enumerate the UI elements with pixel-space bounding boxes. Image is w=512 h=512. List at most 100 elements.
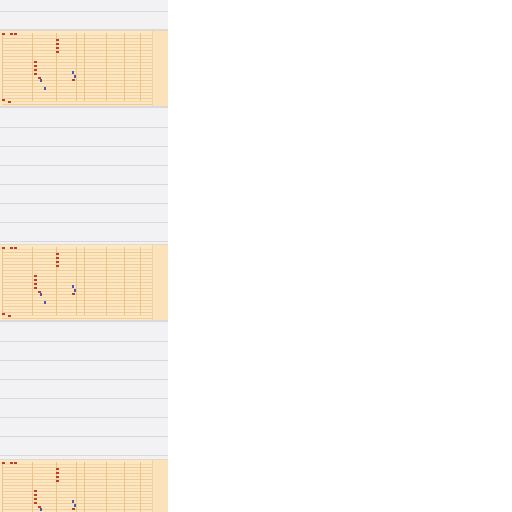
thumbnail-blue-mark (44, 87, 46, 90)
list-item[interactable] (0, 362, 168, 380)
thumbnail-gridline (2, 270, 152, 271)
list-item[interactable] (0, 148, 168, 166)
thumbnail-red-mark (56, 261, 59, 263)
thumbnail-gridline (2, 297, 152, 298)
thumbnail-column (76, 247, 77, 315)
list-item[interactable] (0, 110, 168, 128)
list-item[interactable] (0, 167, 168, 185)
thumbnail-red-mark (56, 47, 59, 49)
thumbnail-red-mark (2, 99, 5, 101)
thumbnail-gridline (2, 252, 152, 253)
thumbnail-gridline (2, 300, 152, 301)
thumbnail-gridline (2, 59, 152, 60)
thumbnail-red-mark (56, 39, 59, 41)
list-item[interactable] (0, 186, 168, 204)
thumbnail-red-mark (8, 101, 11, 103)
thumbnail-column (124, 462, 125, 512)
thumbnail-list[interactable] (0, 0, 168, 512)
thumbnail-gridline (2, 315, 152, 316)
thumbnail-gridline (2, 476, 152, 477)
thumbnail-red-mark (34, 73, 37, 75)
thumbnail-column (76, 462, 77, 512)
thumbnail-gridline (2, 309, 152, 310)
thumbnail-blue-mark (72, 285, 74, 288)
thumbnail-red-mark (34, 283, 37, 285)
thumbnail-gridline (2, 312, 152, 313)
thumbnail-red-mark (56, 51, 59, 53)
thumbnail-red-mark (34, 61, 37, 63)
thumbnail-gridline (2, 276, 152, 277)
list-item[interactable] (0, 438, 168, 456)
thumbnail-gridline (2, 71, 152, 72)
thumbnail-scroll-edge (152, 245, 168, 320)
thumbnail-red-mark (56, 265, 59, 267)
thumbnail-gridline (2, 62, 152, 63)
list-item[interactable] (0, 205, 168, 223)
thumbnail-red-mark (14, 247, 17, 249)
thumbnail-red-mark (34, 287, 37, 289)
thumbnail-blue-mark (40, 508, 42, 511)
thumbnail-scroll-edge (152, 460, 168, 512)
thumbnail-gridline (2, 264, 152, 265)
thumbnail-gridline (2, 318, 152, 319)
list-item[interactable] (0, 324, 168, 342)
list-item[interactable] (0, 12, 168, 30)
thumbnail-gridline (2, 101, 152, 102)
list-item[interactable] (0, 0, 168, 12)
thumbnail-column (2, 462, 3, 512)
thumbnail-column (106, 462, 107, 512)
thumbnail-column (84, 247, 85, 315)
thumbnail-gridline (2, 291, 152, 292)
thumbnail-red-mark (56, 472, 59, 474)
thumbnail-gridline (2, 98, 152, 99)
list-item-thumbnail[interactable] (0, 459, 168, 512)
list-item[interactable] (0, 381, 168, 399)
thumbnail-gridline (2, 38, 152, 39)
thumbnail-red-mark (56, 253, 59, 255)
thumbnail-red-mark (72, 293, 75, 295)
thumbnail-red-mark (72, 508, 75, 510)
thumbnail-gridline (2, 500, 152, 501)
list-item[interactable] (0, 343, 168, 361)
thumbnail-column (84, 462, 85, 512)
thumbnail-red-mark (10, 33, 13, 35)
thumbnail-red-mark (56, 480, 59, 482)
list-item-thumbnail[interactable] (0, 30, 168, 108)
thumbnail-red-mark (34, 275, 37, 277)
thumbnail-gridline (2, 53, 152, 54)
list-item-thumbnail[interactable] (0, 244, 168, 322)
thumbnail-gridline (2, 74, 152, 75)
thumbnail-gridline (2, 267, 152, 268)
thumbnail-gridline (2, 485, 152, 486)
thumbnail-column (106, 247, 107, 315)
thumbnail-scroll-edge (152, 31, 168, 106)
thumbnail-gridline (2, 44, 152, 45)
thumbnail-red-mark (8, 315, 11, 317)
thumbnail-gridline (2, 65, 152, 66)
list-item[interactable] (0, 129, 168, 147)
thumbnail-gridline (2, 80, 152, 81)
thumbnail-red-mark (14, 33, 17, 35)
list-item[interactable] (0, 224, 168, 242)
thumbnail-gridline (2, 288, 152, 289)
thumbnail-column (106, 33, 107, 101)
thumbnail-gridline (2, 258, 152, 259)
thumbnail-column (32, 33, 33, 101)
thumbnail-gridline (2, 50, 152, 51)
thumbnail-gridline (2, 479, 152, 480)
thumbnail-gridline (2, 491, 152, 492)
list-item[interactable] (0, 400, 168, 418)
thumbnail-gridline (2, 294, 152, 295)
thumbnail-gridline (2, 279, 152, 280)
list-item[interactable] (0, 419, 168, 437)
thumbnail-gridline (2, 506, 152, 507)
thumbnail-gridline (2, 303, 152, 304)
thumbnail-red-mark (14, 462, 17, 464)
thumbnail-red-mark (34, 490, 37, 492)
thumbnail-red-mark (2, 313, 5, 315)
thumbnail-gridline (2, 56, 152, 57)
thumbnail-gridline (2, 95, 152, 96)
thumbnail-red-mark (56, 257, 59, 259)
thumbnail-column (32, 247, 33, 315)
thumbnail-gridline (2, 261, 152, 262)
